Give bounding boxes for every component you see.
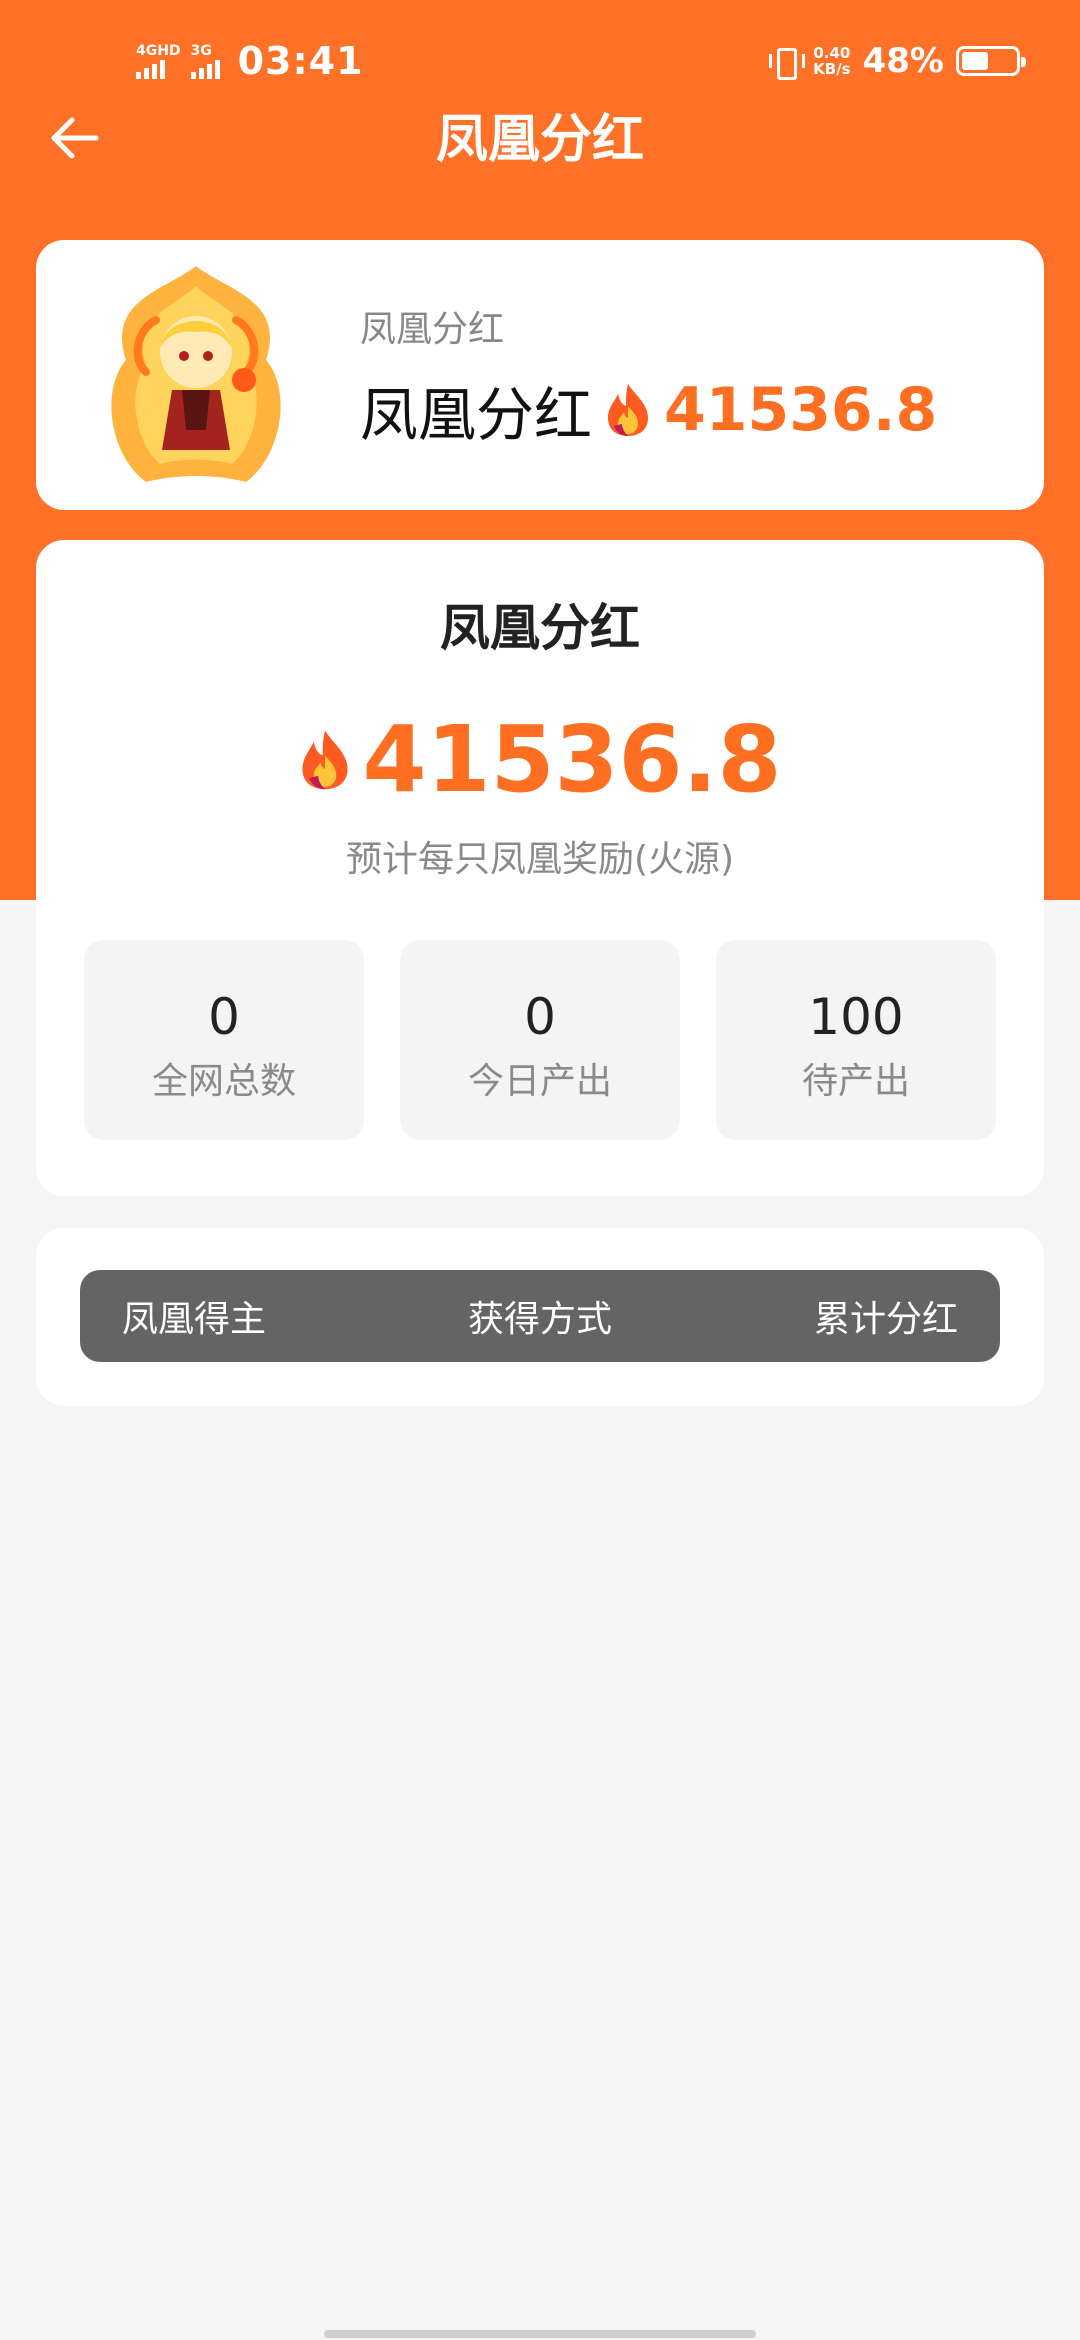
reward-card: 凤凰分红 41536.8 预计每只凤凰奖励(火源) 0 全网总数 0 今日产出 …: [36, 540, 1044, 1196]
flame-icon: [608, 384, 649, 436]
column-owner: 凤凰得主: [122, 1299, 267, 1340]
phoenix-character-icon: [111, 266, 281, 482]
network-speed: 0.40 KB/s: [813, 45, 850, 77]
reward-value: 41536.8: [362, 706, 782, 813]
stat-today-label: 今日产出: [467, 1061, 612, 1102]
summary-name: 凤凰分红: [360, 381, 593, 449]
status-right: 0.40 KB/s 48%: [767, 38, 1026, 84]
summary-subtitle: 凤凰分红: [360, 309, 505, 350]
reward-description: 预计每只凤凰奖励(火源): [345, 839, 735, 880]
speed-value: 0.40: [813, 44, 851, 62]
home-indicator[interactable]: [324, 2330, 756, 2338]
owners-table-card: 凤凰得主 获得方式 累计分红: [36, 1228, 1044, 1406]
column-method: 获得方式: [467, 1299, 612, 1340]
status-left: 4GHD 3G 03:41: [136, 36, 364, 86]
summary-value: 41536.8: [664, 375, 938, 445]
signal-bars-icon: [136, 59, 165, 79]
stat-pending-label: 待产出: [801, 1061, 910, 1102]
vibrate-icon: [767, 46, 806, 80]
stat-total-label: 全网总数: [151, 1061, 296, 1102]
signal-bars-icon: [190, 59, 220, 79]
battery-percent: 48%: [862, 41, 944, 81]
stat-pending: 100 待产出: [716, 940, 996, 1140]
speed-unit: KB/s: [813, 60, 851, 78]
flame-icon: [302, 730, 348, 789]
battery-icon: [956, 46, 1026, 76]
stat-today-value: 0: [524, 988, 556, 1046]
reward-value-row: 41536.8: [36, 706, 1044, 813]
summary-card: 凤凰分红 凤凰分红 41536.8: [36, 240, 1044, 510]
signal-2: 3G: [190, 43, 220, 79]
table-header: 凤凰得主 获得方式 累计分红: [80, 1270, 1000, 1362]
page-title: 凤凰分红: [435, 110, 644, 170]
clock: 03:41: [237, 39, 364, 83]
network-type-1: 4GHD: [136, 43, 181, 59]
reward-title: 凤凰分红: [440, 599, 640, 657]
signal-1: 4GHD: [136, 43, 181, 79]
stat-pending-value: 100: [808, 988, 904, 1046]
stat-total-value: 0: [208, 988, 240, 1046]
stat-total: 0 全网总数: [84, 940, 364, 1140]
summary-main-row: 凤凰分红 41536.8: [360, 368, 937, 452]
stat-today: 0 今日产出: [400, 940, 680, 1140]
network-type-2: 3G: [190, 43, 212, 59]
column-dividend: 累计分红: [813, 1299, 958, 1340]
nav-bar: 凤凰分红: [0, 100, 1080, 180]
